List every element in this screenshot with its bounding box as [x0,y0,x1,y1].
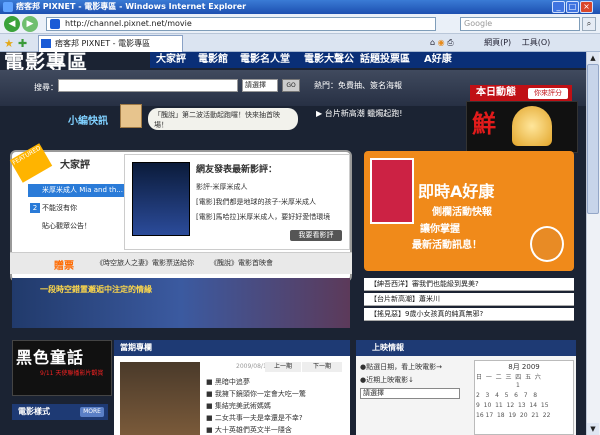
promo-image [370,158,414,224]
page-favicon-icon [50,19,60,29]
column-item[interactable]: ■ 集結完美武術媽媽 [206,401,346,411]
page-menu[interactable]: 網頁(P) [484,38,511,47]
feeds-icon[interactable]: ◉ [438,38,445,47]
search-icon[interactable]: ⌕ [582,17,596,31]
forward-icon[interactable]: ▶ [22,16,38,32]
mascot-icon [120,104,142,128]
calendar-month: 8月 2009 [508,363,540,371]
upcoming-header: 上映情報 [356,340,576,356]
review-link[interactable]: [電影]我們都是地球的孩子-米厚米成人 [196,197,350,207]
latest-reviews-title: 網友發表最新影評： [196,165,278,175]
review-item[interactable]: 米厚米成人 Mia and th... [28,184,124,197]
window-title-bar: 痞客邦 PIXNET - 電影專區 - Windows Internet Exp… [0,0,600,14]
tab-favicon-icon [41,39,51,48]
quick-news-text[interactable]: 「醜說」第二波活動起跑囉！快來抽首映場！ [148,108,298,130]
calendar-week[interactable]: 16 17 18 19 20 21 22 [476,412,572,419]
scroll-thumb[interactable] [587,64,599,214]
nav-item-vote[interactable]: 話題投票區 [360,52,410,68]
ad-title: 黑色童話 [16,348,85,367]
calendar-week[interactable]: 9 10 11 12 13 14 15 [476,402,572,409]
more-reviews-button[interactable]: 我要看影評 [290,230,342,241]
quick-news-label: 小編快訊 [68,116,108,127]
nav-item-hall-of-fame[interactable]: 電影名人堂 [240,52,290,68]
site-search-input[interactable] [58,79,238,92]
close-button[interactable]: × [580,1,593,13]
favorites-star-icon[interactable]: ★ [4,37,14,50]
back-icon[interactable]: ◀ [4,16,20,32]
column-item[interactable]: ■ 黑暗中追夢 [206,377,346,387]
nav-item-reviews[interactable]: 大家評 [156,52,186,68]
promo-line-1: 即時A好康 [418,182,495,201]
mascot-icon [530,226,564,262]
promo-line-2: 側欄活動快報 [432,207,492,218]
review-link[interactable]: 影評-米厚米成人 [196,182,350,192]
nav-item-deals[interactable]: A好康 [424,52,452,68]
nav-item-speaker[interactable]: 電影大聲公 [304,52,354,68]
maximize-button[interactable]: □ [566,1,579,13]
column-item[interactable]: ■ 大十英雄們英文半一隱含 [206,425,346,435]
minimize-button[interactable]: _ [552,1,565,13]
home-icon[interactable]: ⌂ [430,38,435,47]
column-header: 當期專欄 [114,340,350,356]
window-title: 痞客邦 PIXNET - 電影專區 - Windows Internet Exp… [16,2,247,11]
ad-subtitle: 9/11 天使聯播影片觀賞 [40,370,104,377]
command-bar: ⌂ ◉ ⎙ 網頁(P) 工具(O) [430,36,600,50]
banner-text: 一段時空錯置邂逅中注定的情緣 [40,285,152,294]
nav-item-theater[interactable]: 電影館 [198,52,228,68]
hot-keywords[interactable]: 熱門：免費抽、簽名海報 [314,80,402,91]
news-item[interactable]: 【紳吾西洋】審我們也能級到異美? [364,278,574,291]
search-input[interactable]: Google [460,17,580,31]
rate-link[interactable]: 你來評分 [528,88,568,99]
ie-icon [3,2,13,12]
site-logo[interactable]: 電影專區 [4,52,88,72]
calendar-week[interactable]: 1 [476,382,572,389]
review-item[interactable]: 不能沒有你 [28,202,124,215]
prev-issue-button[interactable]: 上一期 [265,362,301,372]
address-input[interactable]: http://channel.pixnet.net/movie [46,17,436,31]
tools-menu[interactable]: 工具(O) [522,38,551,47]
column-item[interactable]: ■ 我擁下鏡頭你一定會大吃一驚 [206,389,346,399]
search-label: 搜尋： [34,83,58,92]
upcoming-hint-date: ●點選日期，看上映電影→ [360,363,442,371]
promo-line-3: 讓你掌握 [420,224,460,235]
fresh-label: 鮮 [472,110,496,138]
scroll-up-icon[interactable]: ▲ [587,52,599,64]
news-item[interactable]: 【搖見惡】9歲小女孩真的純真無邪? [364,308,574,321]
next-issue-button[interactable]: 下一期 [302,362,342,372]
upcoming-select[interactable]: 請選擇 [360,388,460,399]
movie-poster[interactable] [132,162,190,236]
calendar-week[interactable]: 2 3 4 5 6 7 8 [476,392,572,399]
gift-label: 贈票 [54,261,74,272]
upcoming-hint-recent: ●近期上映電影↓ [360,376,414,384]
today-item[interactable]: ▶ 台片新高潮 蠟燭起跑! [316,108,402,119]
calendar-weekdays: 日 一 二 三 四 五 六 [476,374,541,381]
review-heading: 大家評 [60,160,90,171]
scroll-down-icon[interactable]: ▼ [587,423,599,435]
search-go-button[interactable]: GO [282,79,300,92]
popcorn-icon [512,106,552,146]
review-item[interactable]: 貼心觀眾公告！ [28,220,124,233]
add-favorite-icon[interactable]: ✚ [18,37,27,50]
gift-link[interactable]: 《時空旅人之妻》電影票送給你 [96,258,194,268]
search-category-select[interactable]: 請選擇 [242,79,278,92]
print-icon[interactable]: ⎙ [447,38,453,47]
more-button[interactable]: MORE [80,407,104,417]
gift-link[interactable]: 《醜說》電影首映會 [210,258,273,268]
today-item-label: 台片新高潮 蠟燭起跑! [324,109,403,118]
column-item[interactable]: ■ 二女共事一夫是幸還是不幸? [206,413,346,423]
news-item[interactable]: 【台片新高潮】蕭米川 [364,293,574,306]
review-link[interactable]: [電影]馬哈拉]米厚米成人，要好好愛惜環境 [196,212,350,222]
promo-line-4: 最新活動訊息！ [412,240,482,251]
column-image[interactable] [120,362,200,435]
